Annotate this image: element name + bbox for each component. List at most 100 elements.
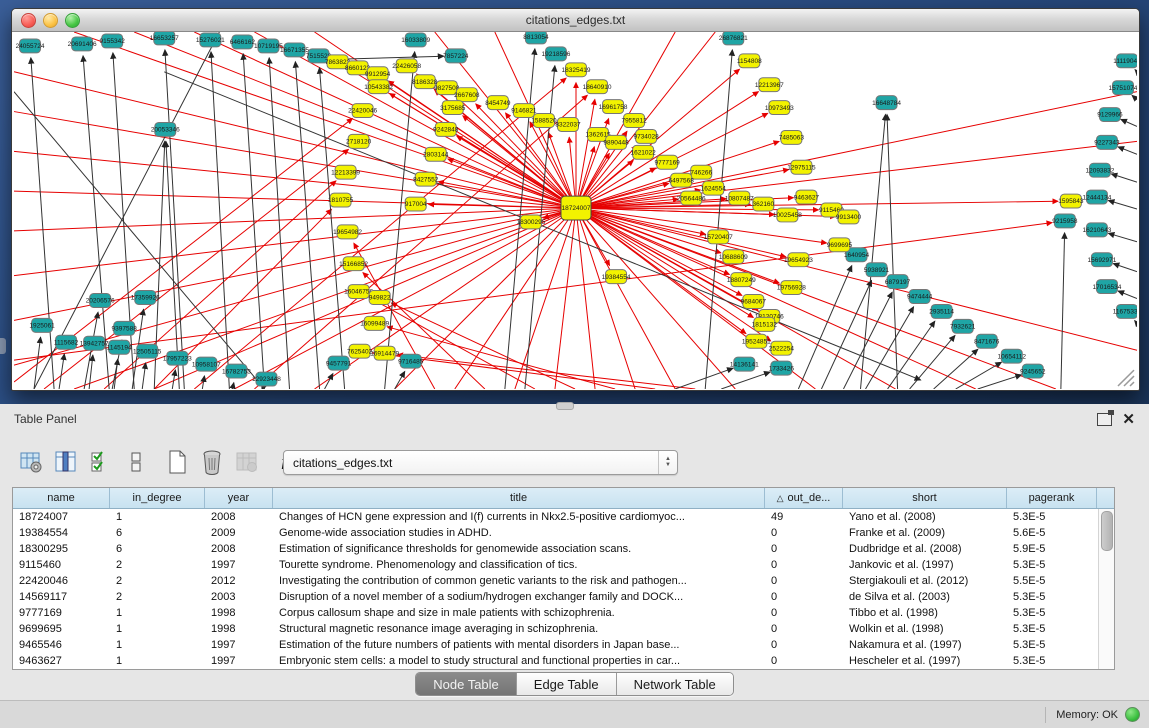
table-cell[interactable]: 1997 bbox=[205, 559, 273, 571]
table-cell[interactable]: 1 bbox=[110, 511, 205, 523]
table-cell[interactable]: Investigating the contribution of common… bbox=[273, 575, 765, 587]
graph-edge[interactable] bbox=[576, 208, 1056, 389]
graph-edge[interactable] bbox=[705, 50, 732, 389]
graph-node[interactable]: 9734028 bbox=[633, 129, 659, 143]
table-cell[interactable]: Embryonic stem cells: a model to study s… bbox=[273, 655, 765, 667]
scrollbar-thumb[interactable] bbox=[1101, 511, 1113, 551]
table-cell[interactable]: 2 bbox=[110, 575, 205, 587]
graph-node[interactable]: 7625402 bbox=[347, 344, 373, 358]
graph-node[interactable]: 9716485 bbox=[398, 354, 424, 368]
graph-node[interactable]: 917004 bbox=[405, 197, 427, 211]
graph-node[interactable]: 3175685 bbox=[440, 101, 466, 115]
table-cell[interactable]: 6 bbox=[110, 527, 205, 539]
delete-columns-button[interactable] bbox=[199, 449, 225, 475]
graph-node[interactable]: 9463627 bbox=[794, 190, 820, 204]
vertical-scrollbar[interactable] bbox=[1098, 509, 1114, 669]
table-row[interactable]: 1456911722003Disruption of a novel membe… bbox=[13, 589, 1099, 605]
graph-edge[interactable] bbox=[1135, 70, 1137, 72]
graph-node[interactable]: 9146821 bbox=[511, 104, 537, 118]
left-panel-handle[interactable] bbox=[0, 338, 6, 354]
graph-node[interactable]: 8322037 bbox=[555, 118, 581, 132]
graph-node[interactable]: 22426058 bbox=[392, 59, 421, 73]
graph-node[interactable]: 16961758 bbox=[599, 100, 628, 114]
zoom-window-icon[interactable] bbox=[65, 13, 80, 28]
table-cell[interactable]: 0 bbox=[765, 591, 843, 603]
graph-node[interactable]: 16033809 bbox=[401, 33, 430, 47]
graph-node[interactable]: 11675331 bbox=[1113, 304, 1137, 318]
graph-node[interactable]: 8186328 bbox=[412, 75, 438, 89]
table-cell[interactable]: 5.5E-5 bbox=[1007, 575, 1097, 587]
graph-node[interactable]: 7955812 bbox=[621, 114, 647, 128]
graph-node[interactable]: 1588520 bbox=[531, 114, 557, 128]
table-cell[interactable]: 1997 bbox=[205, 639, 273, 651]
graph-node[interactable]: 16914479 bbox=[370, 346, 399, 360]
graph-node[interactable]: 18325419 bbox=[562, 63, 591, 77]
graph-node[interactable]: 16648784 bbox=[872, 96, 901, 110]
graph-node[interactable]: 16099489 bbox=[360, 316, 389, 330]
graph-node[interactable]: 9129966 bbox=[1097, 108, 1123, 122]
table-cell[interactable]: Disruption of a novel member of a sodium… bbox=[273, 591, 765, 603]
table-cell[interactable]: Stergiakouli et al. (2012) bbox=[843, 575, 1007, 587]
graph-node[interactable]: 6497568 bbox=[669, 173, 695, 187]
table-cell[interactable]: Genome-wide association studies in ADHD. bbox=[273, 527, 765, 539]
graph-node[interactable]: 19384554 bbox=[602, 270, 631, 284]
graph-node[interactable]: 1624554 bbox=[701, 181, 727, 195]
graph-node[interactable]: 2522254 bbox=[769, 341, 795, 355]
graph-node[interactable]: 2667608 bbox=[454, 88, 480, 102]
window-titlebar[interactable]: citations_edges.txt bbox=[12, 9, 1139, 32]
graph-edge[interactable] bbox=[59, 354, 64, 389]
table-cell[interactable]: Nakamura et al. (1997) bbox=[843, 639, 1007, 651]
column-header-name[interactable]: name bbox=[13, 488, 110, 508]
table-cell[interactable]: 2 bbox=[110, 591, 205, 603]
table-cell[interactable]: 5.3E-5 bbox=[1007, 511, 1097, 523]
graph-edge[interactable] bbox=[1108, 233, 1137, 242]
table-cell[interactable]: 1998 bbox=[205, 623, 273, 635]
graph-node[interactable]: 10719195 bbox=[254, 39, 283, 53]
graph-node[interactable]: 1925061 bbox=[29, 318, 55, 332]
table-cell[interactable]: 2008 bbox=[205, 511, 273, 523]
graph-node[interactable]: 10543382 bbox=[364, 80, 393, 94]
table-cell[interactable]: 1998 bbox=[205, 607, 273, 619]
graph-node[interactable]: 19218596 bbox=[542, 47, 571, 61]
graph-node[interactable]: 12444134 bbox=[1082, 190, 1111, 204]
table-cell[interactable]: 0 bbox=[765, 543, 843, 555]
graph-node[interactable]: 13942757 bbox=[80, 336, 109, 350]
table-cell[interactable]: 2012 bbox=[205, 575, 273, 587]
graph-node[interactable]: 8813054 bbox=[523, 32, 549, 44]
citation-network-graph[interactable]: 1872400724055724206914069155342166532571… bbox=[14, 32, 1137, 389]
graph-edge[interactable] bbox=[142, 363, 145, 389]
graph-node[interactable]: 15720407 bbox=[704, 230, 733, 244]
graph-node[interactable]: 9457791 bbox=[326, 356, 352, 370]
table-cell[interactable]: Corpus callosum shape and size in male p… bbox=[273, 607, 765, 619]
graph-edge[interactable] bbox=[172, 370, 175, 389]
graph-node[interactable]: 10807487 bbox=[725, 191, 754, 205]
graph-node[interactable]: 20691406 bbox=[68, 37, 97, 51]
graph-edge[interactable] bbox=[1113, 264, 1137, 272]
table-mode-button[interactable] bbox=[18, 449, 44, 475]
table-cell[interactable]: 22420046 bbox=[13, 575, 110, 587]
graph-node[interactable]: 17957223 bbox=[163, 351, 192, 365]
table-row[interactable]: 1938455462009Genome-wide association stu… bbox=[13, 525, 1099, 541]
graph-node[interactable]: 9699695 bbox=[827, 238, 853, 252]
graph-node[interactable]: 7857224 bbox=[443, 49, 469, 63]
window-resize-grip[interactable] bbox=[1118, 370, 1134, 386]
table-cell[interactable]: 2003 bbox=[205, 591, 273, 603]
graph-node[interactable]: 12213399 bbox=[331, 165, 360, 179]
graph-edge[interactable] bbox=[934, 349, 978, 389]
graph-node[interactable]: 15166852 bbox=[339, 257, 368, 271]
graph-node[interactable]: 24055724 bbox=[16, 39, 45, 53]
graph-edge[interactable] bbox=[385, 52, 415, 389]
graph-node[interactable]: 1810755 bbox=[328, 193, 354, 207]
graph-node[interactable]: 9397588 bbox=[112, 321, 138, 335]
table-cell[interactable]: 9115460 bbox=[13, 559, 110, 571]
graph-node[interactable]: 12923448 bbox=[252, 372, 281, 386]
graph-edge[interactable] bbox=[31, 58, 54, 389]
table-cell[interactable]: 9463627 bbox=[13, 655, 110, 667]
column-header-year[interactable]: year bbox=[205, 488, 273, 508]
column-header-title[interactable]: title bbox=[273, 488, 765, 508]
graph-node[interactable]: 22420046 bbox=[348, 104, 377, 118]
table-cell[interactable]: 1997 bbox=[205, 655, 273, 667]
table-cell[interactable]: 0 bbox=[765, 639, 843, 651]
close-icon[interactable]: ✕ bbox=[1122, 412, 1135, 427]
graph-edge[interactable] bbox=[165, 50, 184, 389]
